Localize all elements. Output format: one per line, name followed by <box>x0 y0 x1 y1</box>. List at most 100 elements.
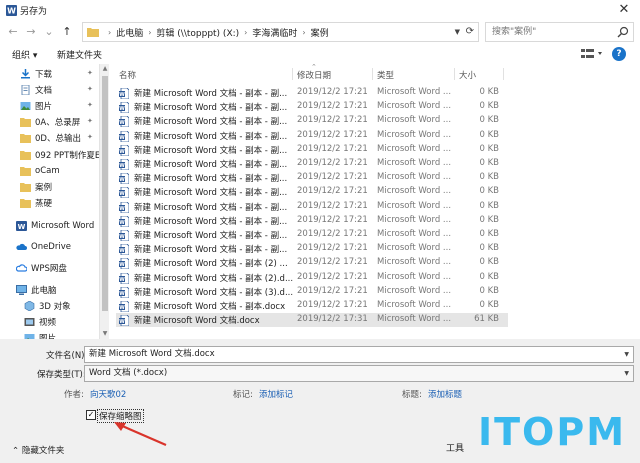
hide-folders-button[interactable]: ⌃ 隐藏文件夹 <box>12 444 64 456</box>
sidebar-item-this-pc[interactable]: 此电脑 <box>16 283 57 297</box>
add-tag-link[interactable]: 添加标记 <box>259 388 293 400</box>
file-type: Microsoft Word ... <box>377 229 452 239</box>
filetype-label: 保存类型(T): <box>37 370 86 380</box>
forward-button[interactable]: → <box>24 24 38 40</box>
refresh-icon[interactable]: ⟳ <box>466 26 474 37</box>
file-row[interactable]: W 新建 Microsoft Word 文档 - 副本 - 副... 2019/12… <box>116 214 508 228</box>
sidebar-item-microsoft-word[interactable]: W Microsoft Word <box>16 219 94 233</box>
recent-locations-button[interactable]: ⌄ <box>42 24 56 40</box>
breadcrumb-item[interactable]: 李海满临时 <box>252 26 297 39</box>
file-row[interactable]: W 新建 Microsoft Word 文档 - 副本 - 副... 2019/12… <box>116 157 508 171</box>
file-date: 2019/12/2 17:21 <box>297 101 368 112</box>
breadcrumb-item[interactable]: 案例 <box>311 26 329 39</box>
navigation-pane: 下载 ✦ 文档 ✦ 图片 ✦ 0A、总录屏 ✦ 0D、总输出 ✦ 092 PPT… <box>0 64 110 339</box>
file-row[interactable]: W 新建 Microsoft Word 文档 - 副本 - 副... 2019/12… <box>116 185 508 199</box>
author-value[interactable]: 向天歌02 <box>90 388 126 400</box>
search-input[interactable] <box>486 23 611 41</box>
tools-button[interactable]: 工具 <box>446 441 464 454</box>
breadcrumb-separator: › <box>302 27 306 37</box>
file-type: Microsoft Word ... <box>377 143 452 154</box>
up-button[interactable]: ↑ <box>60 24 74 40</box>
close-button[interactable]: ✕ <box>614 2 634 18</box>
chevron-down-icon[interactable]: ▼ <box>624 347 629 362</box>
help-button[interactable]: ? <box>612 47 626 61</box>
sidebar-item-folder[interactable]: 0A、总录屏 <box>20 115 80 129</box>
address-bar[interactable]: › 此电脑 › 剪辑 (\\topppt) (X:) › 李海满临时 › 案例 … <box>82 22 479 42</box>
sidebar-item-wps-cloud[interactable]: WPS网盘 <box>16 261 67 275</box>
file-date: 2019/12/2 17:21 <box>297 200 368 211</box>
file-date: 2019/12/2 17:21 <box>297 129 368 140</box>
add-title-link[interactable]: 添加标题 <box>428 388 462 400</box>
file-name: 新建 Microsoft Word 文档.docx <box>134 316 260 327</box>
file-row[interactable]: W 新建 Microsoft Word 文档 - 副本.docx 2019/12/2… <box>116 299 508 313</box>
pictures-icon <box>20 102 31 110</box>
sidebar-item-folder[interactable]: 092 PPT制作夏E <box>20 148 100 162</box>
chevron-down-icon[interactable]: ▼ <box>455 28 460 36</box>
word-document-icon: W <box>119 102 129 114</box>
column-header-date[interactable]: 修改日期 <box>297 69 331 81</box>
file-row[interactable]: W 新建 Microsoft Word 文档 - 副本 (2) ... 2019/1… <box>116 256 508 270</box>
file-row[interactable]: W 新建 Microsoft Word 文档 - 副本 - 副... 2019/12… <box>116 114 508 128</box>
file-name: 新建 Microsoft Word 文档 - 副本 - 副... <box>134 174 288 185</box>
file-row[interactable]: W 新建 Microsoft Word 文档 - 副本 - 副... 2019/12… <box>116 129 508 143</box>
file-type: Microsoft Word ... <box>377 285 452 296</box>
sidebar-item-pictures[interactable]: 图片 <box>20 99 52 113</box>
back-button[interactable]: ← <box>6 24 20 40</box>
cloud-icon <box>16 243 27 250</box>
column-header-type[interactable]: 类型 <box>377 69 394 81</box>
computer-icon <box>16 285 27 295</box>
column-divider[interactable] <box>292 68 293 80</box>
search-icon[interactable] <box>617 26 629 38</box>
sidebar-item-label: 图片 <box>39 334 57 339</box>
title-label: 标题: <box>402 390 422 400</box>
sidebar-item-folder[interactable]: oCam <box>20 164 60 178</box>
file-row[interactable]: W 新建 Microsoft Word 文档 - 副本 - 副... 2019/12… <box>116 100 508 114</box>
filetype-select[interactable]: Word 文档 (*.docx) ▼ <box>84 365 634 382</box>
file-row[interactable]: W 新建 Microsoft Word 文档 - 副本 - 副... 2019/12… <box>116 200 508 214</box>
column-header-size[interactable]: 大小 <box>459 69 476 81</box>
svg-text:W: W <box>119 92 125 98</box>
sidebar-item-3d-objects[interactable]: 3D 对象 <box>24 299 71 313</box>
sidebar-item-videos[interactable]: 视频 <box>24 315 56 329</box>
save-thumbnail-checkbox[interactable]: ✓ <box>86 410 96 420</box>
file-row[interactable]: W 新建 Microsoft Word 文档.docx 2019/12/2 17:3… <box>116 313 508 328</box>
address-row: ← → ⌄ ↑ › 此电脑 › 剪辑 (\\topppt) (X:) › 李海满… <box>0 20 640 44</box>
file-row[interactable]: W 新建 Microsoft Word 文档 - 副本 - 副... 2019/12… <box>116 86 508 100</box>
sidebar-item-folder[interactable]: 案例 <box>20 180 52 194</box>
column-divider[interactable] <box>454 68 455 80</box>
folder-icon <box>20 167 31 176</box>
column-divider[interactable] <box>503 68 504 80</box>
scrollbar-thumb[interactable] <box>102 76 108 311</box>
sidebar-item-folder[interactable]: 0D、总输出 <box>20 131 81 145</box>
scroll-down-icon[interactable]: ▼ <box>100 329 110 339</box>
new-folder-button[interactable]: 新建文件夹 <box>57 48 102 61</box>
scroll-up-icon[interactable]: ▲ <box>100 64 110 74</box>
file-size: 0 KB <box>479 229 499 239</box>
file-row[interactable]: W 新建 Microsoft Word 文档 - 副本 (3).d... 2019/… <box>116 285 508 299</box>
pin-icon: ✦ <box>87 133 93 141</box>
filename-field[interactable]: 新建 Microsoft Word 文档.docx ▼ <box>84 346 634 363</box>
file-row[interactable]: W 新建 Microsoft Word 文档 - 副本 - 副... 2019/12… <box>116 171 508 185</box>
breadcrumb-item[interactable]: 此电脑 <box>116 26 143 39</box>
sidebar-item-folder[interactable]: 蒸硬 <box>20 196 52 210</box>
column-divider[interactable] <box>372 68 373 80</box>
sidebar-item-pictures[interactable]: 图片 <box>24 331 56 339</box>
sidebar-item-documents[interactable]: 文档 <box>20 83 52 97</box>
view-options-icon[interactable] <box>580 47 604 61</box>
file-name: 新建 Microsoft Word 文档 - 副本 - 副... <box>134 131 288 142</box>
file-row[interactable]: W 新建 Microsoft Word 文档 - 副本 - 副... 2019/12… <box>116 228 508 242</box>
file-name: 新建 Microsoft Word 文档 - 副本 - 副... <box>134 117 288 128</box>
breadcrumb-item[interactable]: 剪辑 (\\topppt) (X:) <box>156 26 239 39</box>
organize-button[interactable]: 组织 ▾ <box>12 48 37 61</box>
chevron-down-icon[interactable]: ▼ <box>624 366 629 381</box>
file-row[interactable]: W 新建 Microsoft Word 文档 - 副本 - 副... 2019/12… <box>116 242 508 256</box>
file-size: 0 KB <box>479 214 499 225</box>
sidebar-item-onedrive[interactable]: OneDrive <box>16 240 71 254</box>
column-header-name[interactable]: 名称 <box>119 69 136 81</box>
sidebar-item-label: 此电脑 <box>31 286 57 296</box>
file-row[interactable]: W 新建 Microsoft Word 文档 - 副本 - 副... 2019/12… <box>116 143 508 157</box>
file-row[interactable]: W 新建 Microsoft Word 文档 - 副本 (2).d... 2019/… <box>116 271 508 285</box>
navigation-scrollbar[interactable]: ▲ ▼ <box>99 64 109 339</box>
sidebar-item-downloads[interactable]: 下载 <box>20 67 52 81</box>
file-name: 新建 Microsoft Word 文档 - 副本 - 副... <box>134 216 288 227</box>
